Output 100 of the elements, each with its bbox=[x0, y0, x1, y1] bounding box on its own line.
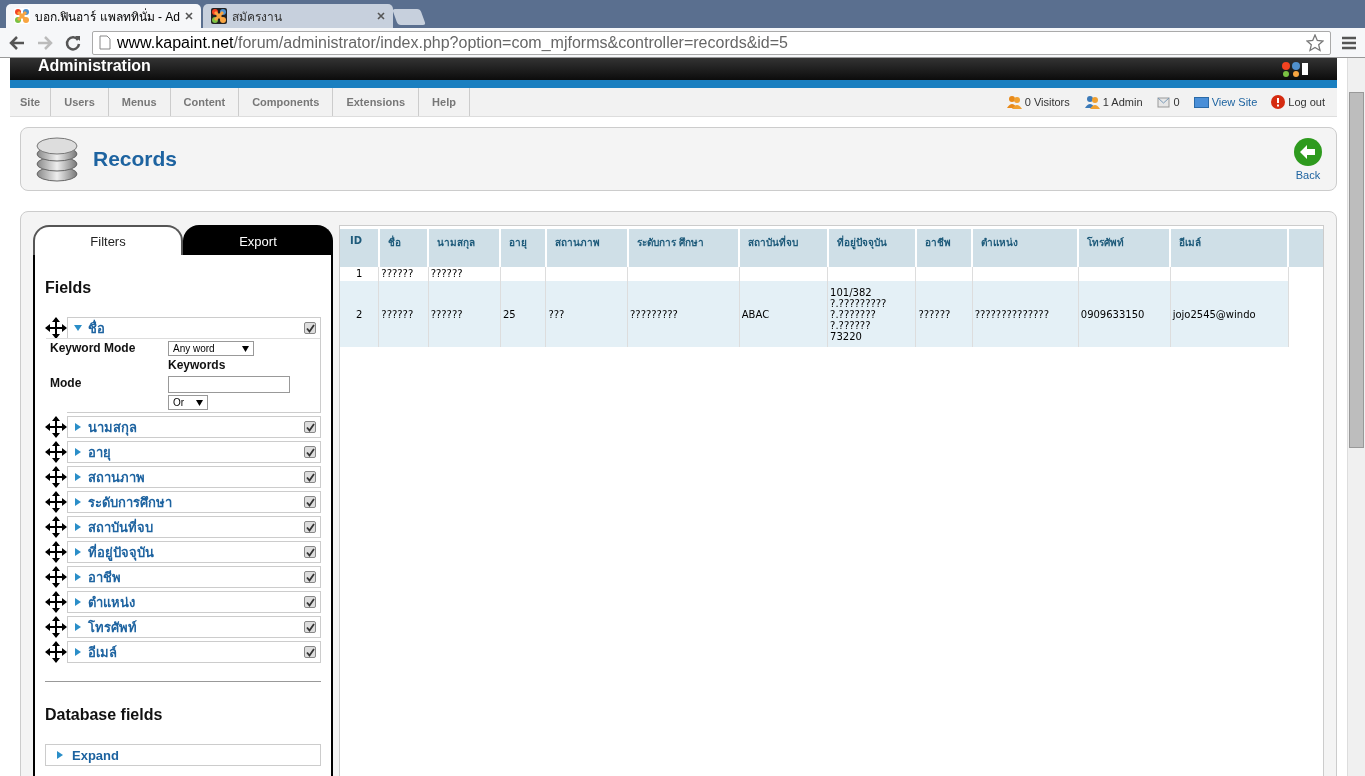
checkbox[interactable] bbox=[304, 521, 316, 533]
scrollbar[interactable] bbox=[1347, 58, 1365, 776]
envelope-icon bbox=[1156, 96, 1171, 108]
menu-item[interactable]: Site bbox=[10, 88, 52, 116]
keywords-input[interactable] bbox=[168, 376, 290, 393]
move-icon[interactable] bbox=[45, 591, 67, 613]
column-header[interactable]: ID bbox=[340, 229, 379, 267]
checkbox[interactable] bbox=[304, 496, 316, 508]
dropdown-arrow-icon bbox=[196, 399, 204, 406]
column-header[interactable]: อายุ bbox=[500, 229, 546, 267]
address-bar[interactable]: www.kapaint.net/forum/administrator/index.php?option=com_mjforms&controller=records&id=5 bbox=[92, 30, 1331, 55]
move-icon[interactable] bbox=[45, 616, 67, 638]
field-row[interactable]: สถาบันที่จบ bbox=[68, 517, 320, 537]
browser-tab[interactable]: สมัครงาน bbox=[203, 4, 393, 28]
column-header[interactable]: สถานภาพ bbox=[545, 229, 628, 267]
table-cell: ??? bbox=[548, 308, 565, 320]
field-label: อายุ bbox=[88, 443, 112, 463]
field-label: Keywords bbox=[168, 358, 226, 372]
field-label: Keyword Mode bbox=[50, 341, 137, 357]
browser-tab[interactable]: บอก.ฟินอาร์ แพลททินั่ม - Ad bbox=[6, 4, 201, 28]
move-icon[interactable] bbox=[45, 541, 67, 563]
new-tab-button[interactable] bbox=[392, 9, 426, 25]
database-icon bbox=[35, 136, 79, 182]
back-arrow-icon[interactable] bbox=[8, 33, 26, 52]
column-header[interactable]: อีเมล์ bbox=[1170, 229, 1288, 267]
column-header[interactable]: ตำแหน่ง bbox=[972, 229, 1079, 267]
users-icon bbox=[1083, 95, 1100, 109]
table-cell: ?????????????? bbox=[974, 308, 1049, 320]
column-header[interactable]: นามสกุล bbox=[428, 229, 501, 267]
column-header[interactable]: ที่อยู่ปัจจุบัน bbox=[827, 229, 916, 267]
menu-item[interactable]: Menus bbox=[108, 88, 171, 116]
section-heading: Database fields bbox=[45, 706, 164, 724]
column-header[interactable]: อาชีพ bbox=[915, 229, 973, 267]
page-title: Records bbox=[93, 147, 178, 171]
table-cell: ?????? bbox=[430, 308, 463, 320]
checkbox[interactable] bbox=[304, 446, 316, 458]
close-icon[interactable] bbox=[185, 12, 193, 20]
keyword-mode-select[interactable]: Any word bbox=[168, 341, 254, 356]
field-label: อาชีพ bbox=[88, 568, 122, 587]
menu-item[interactable]: Help bbox=[419, 88, 470, 116]
menu-item[interactable]: Content bbox=[170, 88, 240, 116]
move-icon[interactable] bbox=[45, 317, 67, 339]
field-label: Mode bbox=[50, 376, 83, 392]
panel-tab[interactable]: Filters bbox=[33, 225, 183, 255]
field-row[interactable]: อาชีพ bbox=[68, 567, 320, 587]
move-icon[interactable] bbox=[45, 641, 67, 663]
field-label: นามสกุล bbox=[88, 418, 138, 438]
field-label: อีเมล์ bbox=[88, 643, 118, 662]
checkbox[interactable] bbox=[304, 546, 316, 558]
move-icon[interactable] bbox=[45, 466, 67, 488]
checkbox[interactable] bbox=[304, 421, 316, 433]
checkbox[interactable] bbox=[304, 571, 316, 583]
panel-tab[interactable]: Export bbox=[183, 225, 333, 255]
logout-link[interactable]: Log out bbox=[1288, 96, 1325, 108]
menu-icon[interactable] bbox=[1341, 35, 1357, 50]
column-header[interactable]: ระดับการ ศึกษา bbox=[627, 229, 740, 267]
menu-item[interactable]: Components bbox=[239, 88, 334, 116]
checkbox[interactable] bbox=[304, 471, 316, 483]
dropdown-arrow-icon bbox=[242, 345, 249, 352]
move-icon[interactable] bbox=[45, 566, 67, 588]
field-label: ตำแหน่ง bbox=[88, 593, 136, 612]
field-row[interactable]: ชื่อ bbox=[68, 318, 320, 338]
menu-item[interactable]: Users bbox=[51, 88, 109, 116]
field-row[interactable]: อีเมล์ bbox=[68, 642, 320, 662]
column-header[interactable]: โทรศัพท์ bbox=[1078, 229, 1171, 267]
status-text: 1 Admin bbox=[1102, 96, 1143, 108]
caret-right-icon bbox=[56, 751, 64, 759]
mode-select[interactable]: Or bbox=[168, 395, 209, 410]
column-header[interactable]: ชื่อ bbox=[378, 229, 429, 267]
move-icon[interactable] bbox=[45, 516, 67, 538]
table-cell: 1 bbox=[356, 268, 363, 279]
move-icon[interactable] bbox=[45, 441, 67, 463]
back-button[interactable]: Back bbox=[1294, 133, 1322, 185]
checkbox[interactable] bbox=[304, 322, 316, 334]
close-icon[interactable] bbox=[377, 12, 385, 20]
star-icon[interactable] bbox=[1306, 33, 1324, 52]
column-header[interactable]: สถาบันที่จบ bbox=[739, 229, 828, 267]
table-cell: ????????? bbox=[630, 308, 678, 320]
field-row[interactable]: ตำแหน่ง bbox=[68, 592, 320, 612]
page-icon bbox=[99, 35, 111, 50]
checkbox[interactable] bbox=[304, 621, 316, 633]
checkbox[interactable] bbox=[304, 596, 316, 608]
menu-item[interactable]: Extensions bbox=[333, 88, 420, 116]
view-site-link[interactable]: View Site bbox=[1211, 96, 1258, 108]
field-row[interactable]: โทรศัพท์ bbox=[68, 617, 320, 637]
field-label: ระดับการศึกษา bbox=[88, 493, 173, 512]
table-cell: ABAC bbox=[741, 308, 770, 320]
move-icon[interactable] bbox=[45, 416, 67, 438]
checkbox[interactable] bbox=[304, 646, 316, 658]
move-icon[interactable] bbox=[45, 491, 67, 513]
field-row[interactable]: อายุ bbox=[68, 442, 320, 462]
expand-row[interactable]: Expand bbox=[45, 744, 321, 766]
field-row[interactable]: นามสกุล bbox=[68, 417, 320, 437]
reload-icon[interactable] bbox=[64, 33, 82, 52]
table-cell: jojo2545@windo bbox=[1172, 308, 1256, 320]
field-row[interactable]: ระดับการศึกษา bbox=[68, 492, 320, 512]
status-text: 0 Visitors bbox=[1024, 96, 1070, 108]
field-label: สถานภาพ bbox=[88, 468, 146, 487]
field-row[interactable]: ที่อยู่ปัจจุบัน bbox=[68, 542, 320, 562]
field-row[interactable]: สถานภาพ bbox=[68, 467, 320, 487]
